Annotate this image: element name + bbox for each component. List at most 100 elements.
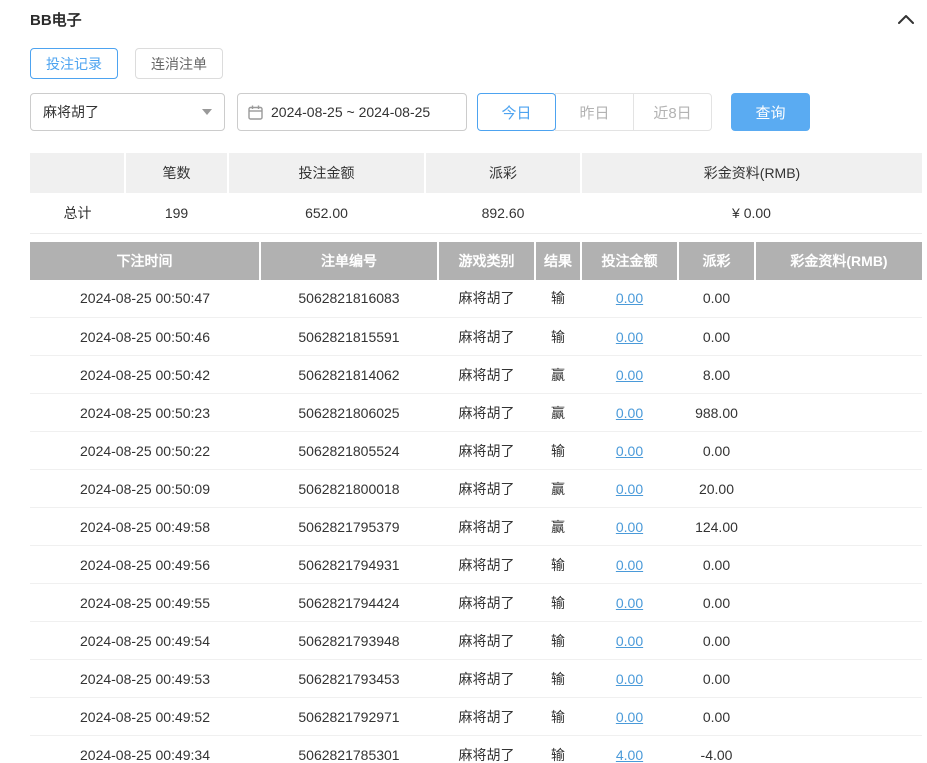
bet-time: 2024-08-25 00:49:53 <box>30 660 260 698</box>
result-text: 输 <box>535 546 581 584</box>
order-id: 5062821800018 <box>260 470 438 508</box>
bet-amount-link[interactable]: 0.00 <box>616 671 643 687</box>
summary-header-bet-amount: 投注金额 <box>228 153 425 193</box>
game-select[interactable]: 麻将胡了 <box>30 93 225 131</box>
record-tabs: 投注记录 连消注单 <box>30 48 922 79</box>
bet-amount-link[interactable]: 0.00 <box>616 595 643 611</box>
table-row: 2024-08-25 00:50:22 5062821805524 麻将胡了 输… <box>30 432 922 470</box>
quick-today-button[interactable]: 今日 <box>477 93 556 131</box>
bet-time: 2024-08-25 00:50:23 <box>30 394 260 432</box>
date-range-value: 2024-08-25 ~ 2024-08-25 <box>271 104 430 120</box>
bet-amount-link[interactable]: 0.00 <box>616 367 643 383</box>
bonus-value <box>755 470 922 508</box>
order-id: 5062821793453 <box>260 660 438 698</box>
bet-time: 2024-08-25 00:50:47 <box>30 280 260 318</box>
summary-total-row: 总计 199 652.00 892.60 ¥ 0.00 <box>30 193 922 233</box>
payout-value: 0.00 <box>678 546 755 584</box>
payout-value: 0.00 <box>678 622 755 660</box>
order-id: 5062821794424 <box>260 584 438 622</box>
bet-amount-link[interactable]: 4.00 <box>616 747 643 763</box>
search-button[interactable]: 查询 <box>731 93 810 131</box>
game-select-value: 麻将胡了 <box>43 102 99 122</box>
col-payout: 派彩 <box>678 242 755 280</box>
bet-amount-link[interactable]: 0.00 <box>616 290 643 306</box>
summary-header-row: 笔数 投注金额 派彩 彩金资料(RMB) <box>30 153 922 193</box>
bet-amount-link[interactable]: 0.00 <box>616 709 643 725</box>
bet-amount-link[interactable]: 0.00 <box>616 329 643 345</box>
bonus-value <box>755 698 922 736</box>
bet-time: 2024-08-25 00:49:58 <box>30 508 260 546</box>
bonus-value <box>755 736 922 763</box>
game-type: 麻将胡了 <box>438 736 535 763</box>
date-range-input[interactable]: 2024-08-25 ~ 2024-08-25 <box>237 93 467 131</box>
bet-amount-link[interactable]: 0.00 <box>616 481 643 497</box>
summary-count-value: 199 <box>125 193 228 233</box>
collapse-button[interactable] <box>896 12 916 26</box>
summary-header-count: 笔数 <box>125 153 228 193</box>
bonus-value <box>755 356 922 394</box>
table-row: 2024-08-25 00:50:46 5062821815591 麻将胡了 输… <box>30 318 922 356</box>
order-id: 5062821795379 <box>260 508 438 546</box>
bet-time: 2024-08-25 00:50:09 <box>30 470 260 508</box>
col-result: 结果 <box>535 242 581 280</box>
table-row: 2024-08-25 00:50:09 5062821800018 麻将胡了 赢… <box>30 470 922 508</box>
payout-value: 988.00 <box>678 394 755 432</box>
calendar-icon <box>248 105 263 120</box>
payout-value: -4.00 <box>678 736 755 763</box>
result-text: 赢 <box>535 508 581 546</box>
bet-amount-link[interactable]: 0.00 <box>616 519 643 535</box>
payout-value: 20.00 <box>678 470 755 508</box>
payout-value: 0.00 <box>678 698 755 736</box>
game-type: 麻将胡了 <box>438 546 535 584</box>
bet-amount-link[interactable]: 0.00 <box>616 443 643 459</box>
page-title: BB电子 <box>30 9 82 30</box>
game-type: 麻将胡了 <box>438 660 535 698</box>
panel-header: BB电子 <box>30 6 922 32</box>
bet-amount-link[interactable]: 0.00 <box>616 557 643 573</box>
bet-time: 2024-08-25 00:50:42 <box>30 356 260 394</box>
table-row: 2024-08-25 00:49:55 5062821794424 麻将胡了 输… <box>30 584 922 622</box>
summary-header-bonus: 彩金资料(RMB) <box>581 153 922 193</box>
bonus-value <box>755 394 922 432</box>
table-row: 2024-08-25 00:49:58 5062821795379 麻将胡了 赢… <box>30 508 922 546</box>
bet-time: 2024-08-25 00:49:56 <box>30 546 260 584</box>
result-text: 输 <box>535 736 581 763</box>
summary-payout-value: 892.60 <box>425 193 581 233</box>
order-id: 5062821794931 <box>260 546 438 584</box>
filter-bar: 麻将胡了 2024-08-25 ~ 2024-08-25 今日 昨日 近8日 查… <box>30 93 922 131</box>
tab-cancelled-orders[interactable]: 连消注单 <box>135 48 223 79</box>
table-row: 2024-08-25 00:50:42 5062821814062 麻将胡了 赢… <box>30 356 922 394</box>
bet-time: 2024-08-25 00:50:46 <box>30 318 260 356</box>
records-table: 下注时间 注单编号 游戏类别 结果 投注金额 派彩 彩金资料(RMB) 2024… <box>30 242 922 763</box>
col-game-type: 游戏类别 <box>438 242 535 280</box>
table-row: 2024-08-25 00:49:54 5062821793948 麻将胡了 输… <box>30 622 922 660</box>
bet-time: 2024-08-25 00:49:55 <box>30 584 260 622</box>
game-type: 麻将胡了 <box>438 622 535 660</box>
result-text: 输 <box>535 698 581 736</box>
game-type: 麻将胡了 <box>438 698 535 736</box>
order-id: 5062821785301 <box>260 736 438 763</box>
result-text: 输 <box>535 660 581 698</box>
payout-value: 124.00 <box>678 508 755 546</box>
bet-amount-link[interactable]: 0.00 <box>616 405 643 421</box>
quick-date-group: 今日 昨日 近8日 <box>477 93 712 131</box>
game-type: 麻将胡了 <box>438 508 535 546</box>
quick-last8days-button[interactable]: 近8日 <box>633 93 712 131</box>
result-text: 输 <box>535 622 581 660</box>
quick-yesterday-button[interactable]: 昨日 <box>555 93 634 131</box>
bonus-value <box>755 622 922 660</box>
payout-value: 0.00 <box>678 660 755 698</box>
result-text: 赢 <box>535 470 581 508</box>
col-bonus: 彩金资料(RMB) <box>755 242 922 280</box>
bet-amount-link[interactable]: 0.00 <box>616 633 643 649</box>
bonus-value <box>755 546 922 584</box>
bonus-value <box>755 432 922 470</box>
col-order-id: 注单编号 <box>260 242 438 280</box>
bet-time: 2024-08-25 00:49:34 <box>30 736 260 763</box>
bonus-value <box>755 508 922 546</box>
tab-bet-records[interactable]: 投注记录 <box>30 48 118 79</box>
bet-time: 2024-08-25 00:49:54 <box>30 622 260 660</box>
table-row: 2024-08-25 00:49:34 5062821785301 麻将胡了 输… <box>30 736 922 763</box>
order-id: 5062821815591 <box>260 318 438 356</box>
order-id: 5062821814062 <box>260 356 438 394</box>
